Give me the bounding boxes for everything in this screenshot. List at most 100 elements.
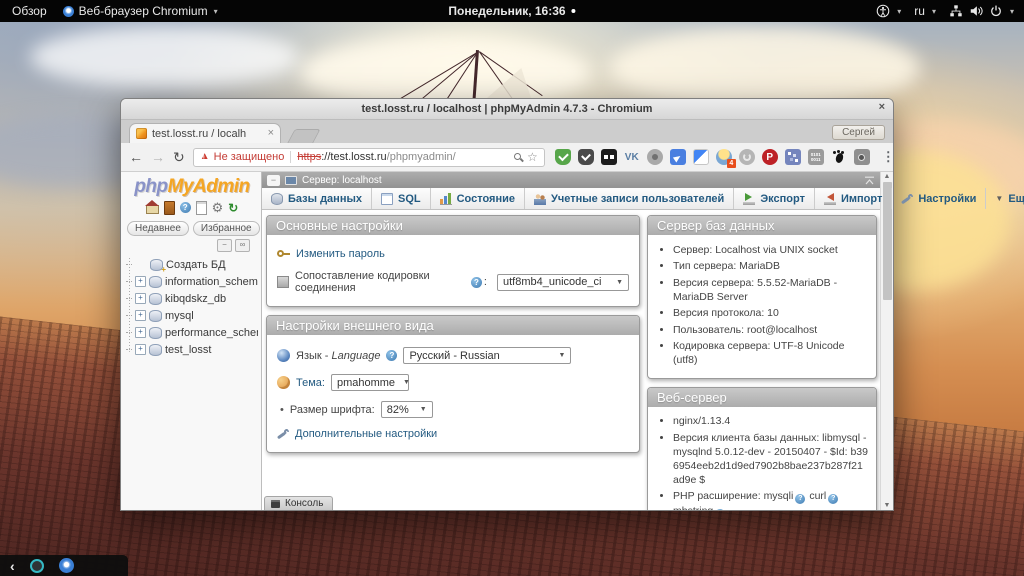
loop-extension-icon[interactable] — [739, 149, 755, 165]
server-info-item: Версия сервера: 5.5.52-MariaDB - MariaDB… — [673, 276, 868, 304]
breadcrumb-collapse-button[interactable]: − — [267, 175, 280, 186]
system-status-menu[interactable]: ▾ — [949, 4, 1014, 18]
screenshot-camera-icon[interactable] — [854, 149, 870, 165]
adguard-shield-icon[interactable] — [555, 149, 571, 165]
tab-settings[interactable]: Настройки — [892, 188, 986, 209]
settings-extension-icon[interactable] — [647, 149, 663, 165]
sql-icon — [381, 193, 393, 205]
new-database-icon: + — [150, 259, 163, 271]
clock-button[interactable]: Понедельник, 16:36 — [448, 4, 575, 18]
back-button[interactable]: ← — [129, 150, 143, 164]
terminal-dock-icon[interactable] — [30, 559, 44, 573]
tree-item-mysql[interactable]: + mysql — [126, 307, 258, 324]
url-host: ://test.losst.ru — [321, 151, 386, 163]
accessibility-menu[interactable]: ▾ — [876, 4, 901, 18]
help-icon[interactable]: ? — [795, 494, 805, 504]
tree-item-kibqdskz-db[interactable]: + kibqdskz_db — [126, 290, 258, 307]
database-icon — [271, 193, 283, 205]
scroll-to-top-icon[interactable] — [864, 176, 875, 185]
pixel-extension-icon[interactable] — [785, 149, 801, 165]
dock-expand-icon[interactable]: ‹ — [10, 559, 15, 573]
chromium-dock-icon[interactable] — [59, 558, 74, 573]
window-close-button[interactable]: × — [879, 102, 885, 113]
translate-icon[interactable] — [693, 149, 709, 165]
home-icon[interactable] — [146, 205, 159, 214]
recent-tables-button[interactable]: Недавнее — [127, 221, 189, 236]
pinterest-icon[interactable]: P — [762, 149, 778, 165]
logout-icon[interactable] — [164, 201, 175, 215]
theme-select[interactable]: pmahomme ▼ — [331, 374, 409, 391]
vk-icon[interactable]: VK — [624, 149, 640, 165]
new-tab-button[interactable] — [287, 129, 320, 143]
tab-close-icon[interactable]: × — [268, 128, 274, 139]
tab-status[interactable]: Состояние — [431, 188, 525, 209]
tab-sql[interactable]: SQL — [372, 188, 431, 209]
gnome-foot-icon[interactable] — [831, 149, 847, 165]
database-tree: + Создать БД + information_schema + kibq… — [126, 256, 258, 358]
bookmark-star-icon[interactable]: ☆ — [527, 151, 538, 163]
tab-import[interactable]: Импорт — [815, 188, 892, 209]
help-icon[interactable]: ? — [715, 509, 725, 510]
server-info-item: Версия протокола: 10 — [673, 306, 868, 320]
profile-button[interactable]: Сергей — [832, 125, 885, 140]
change-password-link[interactable]: Изменить пароль — [296, 248, 385, 260]
imageblocker-icon[interactable] — [601, 149, 617, 165]
expand-icon[interactable]: + — [135, 327, 146, 338]
server-icon — [285, 176, 297, 185]
collation-label: Сопоставление кодировки соединения — [295, 270, 465, 294]
expand-icon[interactable]: + — [135, 293, 146, 304]
tree-item-performance-schema[interactable]: + performance_schema — [126, 324, 258, 341]
breadcrumb-label: Сервер: localhost — [302, 175, 382, 186]
reload-button[interactable]: ↻ — [173, 150, 185, 164]
console-button[interactable]: Консоль — [264, 496, 333, 510]
language-select[interactable]: Русский - Russian ▼ — [403, 347, 571, 364]
panel-title: Основные настройки — [267, 216, 639, 235]
browser-tab[interactable]: test.losst.ru / localh × — [129, 123, 281, 143]
unlink-panel-icon[interactable]: ∞ — [235, 239, 250, 252]
expand-icon[interactable]: + — [135, 344, 146, 355]
pocket-icon[interactable] — [578, 149, 594, 165]
expand-icon[interactable]: + — [135, 276, 146, 287]
help-icon[interactable]: ? — [180, 202, 191, 213]
lightbulb-extension-icon[interactable]: 4 — [716, 149, 732, 165]
activities-button[interactable]: Обзор — [12, 4, 47, 18]
zoom-icon[interactable] — [514, 153, 523, 162]
favorite-tables-button[interactable]: Избранное — [193, 221, 260, 236]
tree-item-new-database[interactable]: + Создать БД — [126, 256, 258, 273]
tab-more[interactable]: ▼ Ещё — [986, 188, 1024, 209]
collation-select[interactable]: utf8mb4_unicode_ci ▼ — [497, 274, 629, 291]
tab-user-accounts[interactable]: Учетные записи пользователей — [525, 188, 734, 209]
expand-icon[interactable]: + — [135, 310, 146, 321]
pma-logo: phpMyAdmin — [126, 176, 258, 198]
more-settings-link[interactable]: Дополнительные настройки — [295, 428, 437, 440]
window-titlebar[interactable]: test.losst.ru / localhost | phpMyAdmin 4… — [121, 99, 893, 120]
browser-menu-icon[interactable]: ⋮ — [882, 149, 895, 165]
collapse-all-button[interactable]: − — [217, 239, 232, 252]
tree-item-test-losst[interactable]: + test_losst — [126, 341, 258, 358]
help-icon[interactable]: ? — [386, 350, 397, 361]
page-scrollbar[interactable]: ▲ ▼ — [880, 172, 893, 510]
app-menu-button[interactable]: Веб-браузер Chromium ▾ — [63, 4, 218, 18]
security-label[interactable]: Не защищено — [214, 151, 285, 163]
tab-export[interactable]: Экспорт — [734, 188, 815, 209]
scroll-up-icon[interactable]: ▲ — [884, 173, 891, 180]
tab-databases[interactable]: Базы данных — [262, 188, 372, 209]
server-info-item: Сервер: Localhost via UNIX socket — [673, 243, 868, 257]
keyboard-layout-menu[interactable]: ru ▾ — [914, 4, 936, 18]
refresh-icon[interactable]: ↻ — [228, 202, 238, 214]
appearance-settings-panel: Настройки внешнего вида Язык - Language … — [266, 315, 640, 453]
tree-item-information-schema[interactable]: + information_schema — [126, 273, 258, 290]
metrika-icon[interactable] — [670, 149, 686, 165]
notification-dot-icon — [572, 9, 576, 13]
font-size-select[interactable]: 82% ▼ — [381, 401, 433, 418]
forward-button[interactable]: → — [151, 150, 165, 164]
scroll-down-icon[interactable]: ▼ — [884, 502, 891, 509]
help-icon[interactable]: ? — [471, 277, 482, 288]
console-icon — [271, 500, 280, 508]
help-icon[interactable]: ? — [828, 494, 838, 504]
browser-window: test.losst.ru / localhost | phpMyAdmin 4… — [120, 98, 894, 511]
url-bar[interactable]: ▲ ! Не защищено https ://test.losst.ru /… — [193, 148, 545, 167]
documentation-icon[interactable] — [196, 201, 207, 215]
gear-icon[interactable]: ⚙ — [212, 201, 224, 214]
binary-extension-icon[interactable]: 0101 0011 — [808, 149, 824, 165]
